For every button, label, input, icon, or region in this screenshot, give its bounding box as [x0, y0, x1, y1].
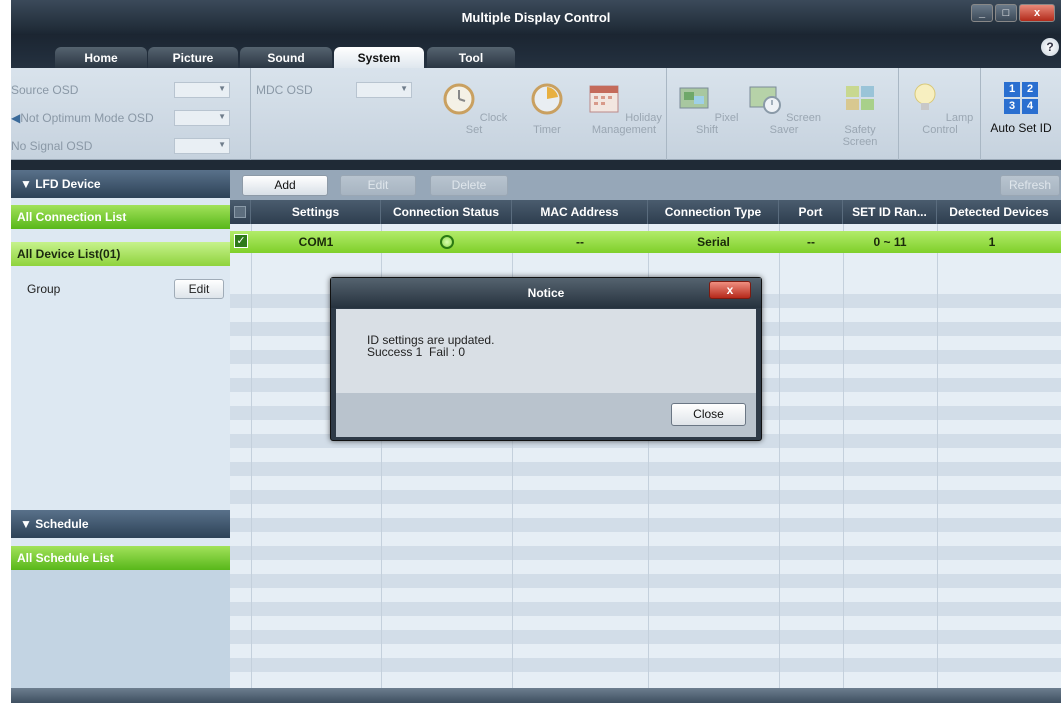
- time-group: Clock Set Timer Holiday Management: [431, 68, 667, 160]
- chevron-down-icon: ▼: [218, 140, 226, 149]
- col-connection-type[interactable]: Connection Type: [648, 200, 779, 224]
- no-signal-osd-select[interactable]: ▼: [174, 138, 230, 154]
- safety-screen-icon: [846, 86, 874, 110]
- edit-button[interactable]: Edit: [340, 175, 416, 196]
- mdc-osd-label: MDC OSD: [256, 83, 313, 97]
- notice-dialog: Notice x ID settings are updated. Succes…: [330, 277, 762, 441]
- chevron-down-icon: ▼: [218, 84, 226, 93]
- close-button[interactable]: Close: [671, 403, 746, 426]
- left-panel: ▼ LFD Device All Connection List All Dev…: [11, 170, 230, 688]
- connected-status-icon: [439, 235, 454, 249]
- tab-system[interactable]: System: [334, 47, 424, 68]
- row-checkbox[interactable]: ✓: [234, 234, 248, 248]
- not-optimum-osd-select[interactable]: ▼: [174, 110, 230, 126]
- osd-group: Source OSD ▼ ◀Not Optimum Mode OSD ▼ No …: [11, 68, 412, 160]
- device-table: Settings Connection Status MAC Address C…: [230, 200, 1061, 688]
- col-detected-devices[interactable]: Detected Devices: [937, 200, 1061, 224]
- chevron-down-icon: ▼: [218, 112, 226, 121]
- cell-detected-devices: 1: [988, 235, 996, 249]
- table-row[interactable]: ✓ COM1 -- Serial -- 0 ~ 11 1: [230, 231, 1061, 253]
- table-header: Settings Connection Status MAC Address C…: [230, 200, 1061, 224]
- ribbon: Source OSD ▼ ◀Not Optimum Mode OSD ▼ No …: [11, 68, 1061, 160]
- col-mac-address[interactable]: MAC Address: [512, 200, 648, 224]
- auto-set-id-button[interactable]: 1 2 3 4 Auto Set ID: [983, 82, 1059, 134]
- schedule-header[interactable]: ▼ Schedule: [11, 510, 230, 538]
- maximize-button[interactable]: □: [995, 4, 1017, 22]
- add-button[interactable]: Add: [242, 175, 328, 196]
- source-osd-select[interactable]: ▼: [174, 82, 230, 98]
- select-all-checkbox[interactable]: [230, 200, 251, 224]
- screen-saver-button[interactable]: Screen Saver: [745, 80, 823, 136]
- delete-button[interactable]: Delete: [430, 175, 508, 196]
- holiday-management-button[interactable]: Holiday Management: [583, 80, 665, 136]
- status-bar: [11, 688, 1061, 703]
- tab-tool[interactable]: Tool: [427, 47, 515, 68]
- all-schedule-list-item[interactable]: All Schedule List: [11, 546, 230, 570]
- chevron-down-icon: ▼: [400, 84, 408, 93]
- pixel-shift-icon: [679, 87, 709, 109]
- col-connection-status[interactable]: Connection Status: [381, 200, 512, 224]
- clock-icon: [443, 83, 475, 115]
- tab-bar: Home Picture Sound System Tool: [11, 34, 1061, 68]
- col-settings[interactable]: Settings: [251, 200, 381, 224]
- all-connection-list-item[interactable]: All Connection List: [11, 205, 230, 229]
- collapse-triangle-icon: ▼: [20, 177, 36, 191]
- refresh-button[interactable]: Refresh: [1000, 175, 1060, 196]
- mdc-osd-select[interactable]: ▼: [356, 82, 412, 98]
- help-icon[interactable]: ?: [1041, 38, 1059, 56]
- cell-connection-type: Serial: [697, 235, 730, 249]
- no-signal-osd-label: No Signal OSD: [11, 139, 93, 153]
- lamp-group: Lamp Control: [899, 68, 981, 160]
- calendar-icon: [589, 85, 619, 113]
- cell-settings: COM1: [298, 235, 334, 249]
- dialog-body: ID settings are updated. Success 1 Fail …: [336, 309, 756, 437]
- tab-home[interactable]: Home: [55, 47, 147, 68]
- scroll-left-icon[interactable]: ◀: [11, 111, 20, 125]
- minimize-button[interactable]: _: [971, 4, 993, 22]
- source-osd-label: Source OSD: [11, 83, 79, 97]
- schedule-list-area: [11, 570, 230, 688]
- cell-mac-address: --: [576, 235, 584, 249]
- timer-icon: [531, 83, 563, 115]
- dialog-footer: Close: [336, 393, 756, 437]
- window-controls: _ □ x: [971, 4, 1055, 22]
- device-toolbar: Add Edit Delete Refresh: [230, 170, 1061, 200]
- lamp-control-button[interactable]: Lamp Control: [903, 80, 977, 136]
- not-optimum-osd-label: ◀Not Optimum Mode OSD: [11, 111, 154, 125]
- collapse-triangle-icon: ▼: [20, 517, 36, 531]
- cell-set-id-range: 0 ~ 11: [873, 235, 907, 249]
- screen-group: Pixel Shift Screen Saver Safety Screen: [667, 68, 899, 160]
- close-window-button[interactable]: x: [1019, 4, 1055, 22]
- group-edit-button[interactable]: Edit: [174, 279, 224, 299]
- all-device-list-item[interactable]: All Device List(01): [11, 242, 230, 266]
- group-label: Group: [27, 282, 61, 296]
- clock-set-button[interactable]: Clock Set: [439, 80, 509, 136]
- title-bar: Multiple Display Control _ □ x: [11, 0, 1061, 34]
- light-bulb-icon: [914, 83, 936, 110]
- tab-sound[interactable]: Sound: [240, 47, 332, 68]
- col-port[interactable]: Port: [779, 200, 843, 224]
- dialog-title: Notice: [331, 278, 761, 308]
- dialog-message: ID settings are updated. Success 1 Fail …: [367, 333, 495, 359]
- lfd-device-header[interactable]: ▼ LFD Device: [11, 170, 230, 198]
- timer-button[interactable]: Timer: [517, 80, 577, 136]
- auto-set-id-group: 1 2 3 4 Auto Set ID: [981, 68, 1061, 160]
- safety-screen-button[interactable]: Safety Screen: [825, 80, 895, 148]
- tab-picture[interactable]: Picture: [148, 47, 238, 68]
- cell-connection-status: [381, 231, 512, 253]
- id-grid-icon: 1 2 3 4: [1004, 82, 1038, 114]
- dialog-close-icon[interactable]: x: [709, 281, 751, 299]
- screen-saver-icon: [749, 86, 782, 114]
- pixel-shift-button[interactable]: Pixel Shift: [671, 80, 743, 136]
- col-set-id-range[interactable]: SET ID Ran...: [843, 200, 937, 224]
- window-title: Multiple Display Control: [461, 10, 611, 25]
- cell-port: --: [807, 235, 815, 249]
